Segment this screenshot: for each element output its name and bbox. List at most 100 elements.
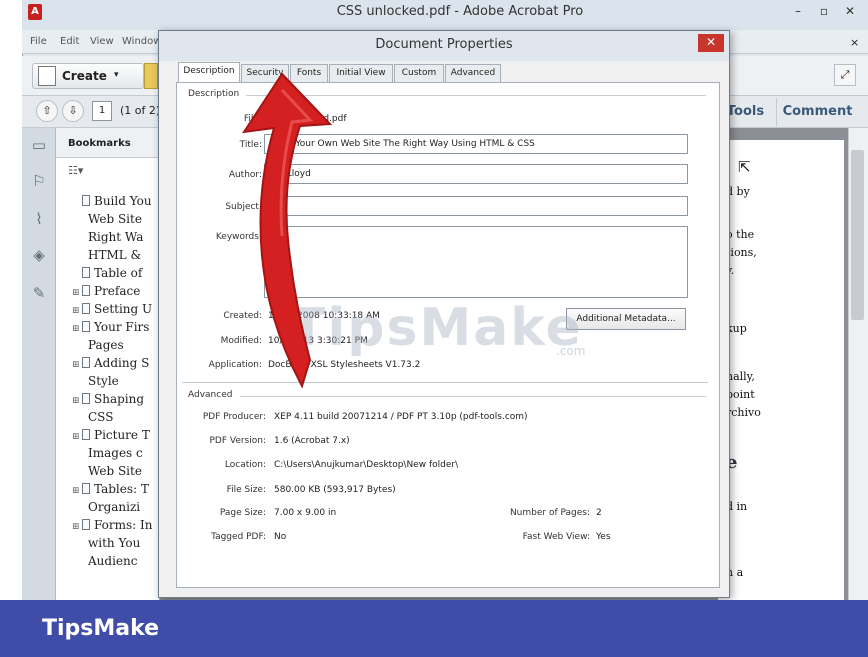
bookmark-item[interactable]: Table of [72,265,156,281]
bookmark-label: with You [88,536,141,550]
bookmark-label: Organizi [88,500,141,514]
bookmark-label: Adding S [94,356,150,370]
bookmark-page-icon [82,285,90,296]
bookmark-page-icon [82,267,90,278]
page-down-icon[interactable]: ⇩ [62,100,84,122]
bookmark-label: Picture T [94,428,150,442]
bookmark-label: Web Site [88,212,142,226]
file-size-label: File Size: [226,485,266,495]
bookmark-page-icon [82,393,90,404]
page-count: (1 of 2) [120,104,161,117]
page-size-label: Page Size: [219,508,266,518]
bookmark-item[interactable]: Build You [72,193,156,209]
tagged-pdf-value: No [274,532,287,542]
cursor-icon: ⇱ [738,158,751,176]
location-value: C:\Users\Anujkumar\Desktop\New folder\ [274,460,459,470]
bookmark-label: Preface [94,284,141,298]
menu-file[interactable]: File [30,36,47,47]
red-arrow-icon [241,72,333,389]
bookmark-item[interactable]: ⊞ Your Firs [72,319,156,337]
page-up-icon[interactable]: ⇧ [36,100,58,122]
bookmark-item[interactable]: ⊞ Adding S [72,355,156,373]
bookmark-page-icon [82,429,90,440]
bookmark-label: Your Firs [94,320,150,334]
bookmark-label: Images c [88,446,143,460]
bookmark-label: Setting U [94,302,153,316]
fast-web-view-label: Fast Web View: [522,532,590,542]
bookmark-options-icon[interactable]: ☷▾ [68,164,83,177]
bookmark-page-icon [82,195,90,206]
navigation-pane [22,128,56,600]
additional-metadata-button[interactable]: Additional Metadata... [566,308,686,330]
bookmark-label: Right Wa [88,230,144,244]
bookmark-label: CSS [88,410,114,424]
maximize-icon[interactable]: ▫ [812,2,836,20]
bookmark-page-icon [82,321,90,332]
expand-icon[interactable]: ⊞ [72,483,82,499]
number-of-pages-label: Number of Pages: [509,508,590,518]
divider [240,396,706,397]
bookmark-icon[interactable]: ⚐ [29,172,49,192]
menu-edit[interactable]: Edit [60,36,79,47]
menu-view[interactable]: View [90,36,114,47]
expand-icon[interactable]: ⊞ [72,519,82,535]
pdf-version-label: PDF Version: [209,436,266,446]
menu-window[interactable]: Window [122,36,161,47]
document-text: tions, [726,246,757,259]
expand-icon[interactable]: ⊞ [72,357,82,373]
page-size-value: 7.00 x 9.00 in [274,508,337,518]
tagged-pdf-label: Tagged PDF: [211,532,266,542]
scroll-thumb[interactable] [851,150,864,320]
bookmark-item[interactable]: ⊞ Preface [72,283,156,301]
bookmark-label: Table of [94,266,143,280]
bookmark-page-icon [82,357,90,368]
expand-icon[interactable]: ⤢ [834,64,856,86]
bookmark-label: Tables: T [94,482,149,496]
fast-web-view-value: Yes [596,532,611,542]
comment-tab[interactable]: Comment [776,98,858,126]
bookmark-label: Build You [94,194,152,208]
dialog-title: Document Properties [375,37,513,52]
expand-icon[interactable]: ⊞ [72,303,82,319]
window-title: CSS unlocked.pdf - Adobe Acrobat Pro [336,4,584,19]
create-label: Create [62,69,107,83]
bookmark-item[interactable]: ⊞ Tables: T [72,481,156,499]
bookmark-page-icon [82,519,90,530]
bookmark-item[interactable]: ⊞ Setting U [72,301,156,319]
page-thumbnails-icon[interactable]: ▭ [29,136,49,156]
bookmark-label: Pages [88,338,124,352]
document-text: rchivo [726,406,761,419]
menubar-close-icon[interactable]: × [850,36,859,49]
bookmark-label: Web Site [88,464,142,478]
tab-advanced[interactable]: Advanced [445,64,501,82]
acrobat-icon: A [28,4,42,20]
expand-icon[interactable]: ⊞ [72,321,82,337]
watermark-suffix: .com [556,344,586,358]
bookmark-label: Shaping [94,392,145,406]
minimize-icon[interactable]: – [786,2,810,20]
tab-custom[interactable]: Custom [394,64,444,82]
open-folder-icon[interactable] [144,63,158,89]
signature-icon[interactable]: ✎ [29,284,49,304]
page-number-input[interactable]: 1 [92,101,112,121]
bookmark-item[interactable]: ⊞ Forms: In [72,517,156,535]
bookmark-page-icon [82,483,90,494]
bookmark-label: Style [88,374,119,388]
advanced-section-title: Advanced [188,390,233,400]
document-text: o the [726,228,755,241]
bookmark-label: Forms: In [94,518,153,532]
dialog-close-button[interactable]: ✕ [698,34,724,52]
window-close-icon[interactable]: ✕ [838,2,862,20]
document-text: point [726,388,755,401]
layers-icon[interactable]: ◈ [29,246,49,266]
pdf-version-value: 1.6 (Acrobat 7.x) [274,436,350,446]
attachment-icon[interactable]: ⌇ [29,210,49,230]
expand-icon[interactable]: ⊞ [72,429,82,445]
bookmark-item[interactable]: ⊞ Shaping [72,391,156,409]
create-doc-icon [38,66,56,86]
bookmark-label: HTML & [88,248,142,262]
expand-icon[interactable]: ⊞ [72,393,82,409]
expand-icon[interactable]: ⊞ [72,285,82,301]
chevron-down-icon: ▾ [114,70,119,80]
bookmark-item[interactable]: ⊞ Picture T [72,427,156,445]
